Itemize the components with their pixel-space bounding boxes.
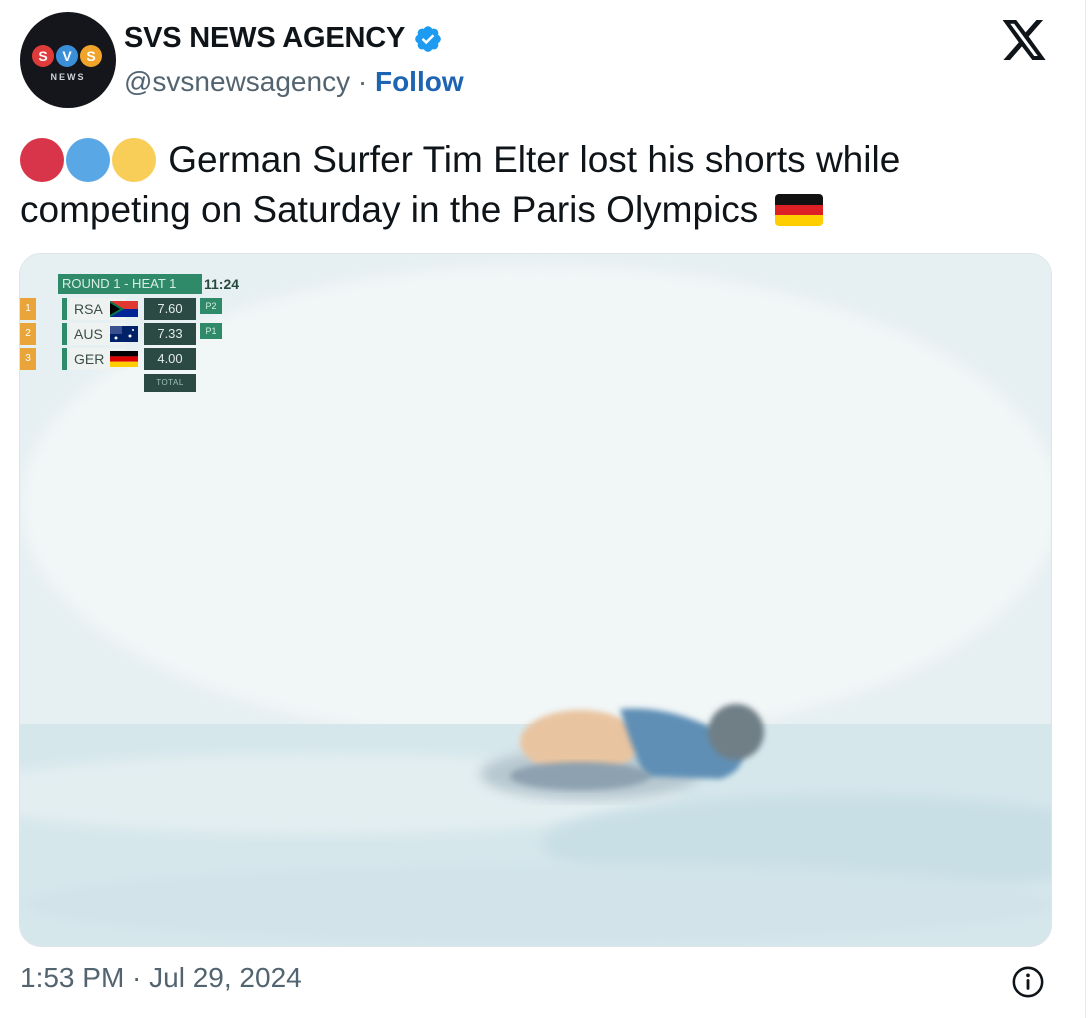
tweet-media[interactable]: ROUND 1 - HEAT 1 11:24 1 RSA 7.60 P2 2 A… <box>19 253 1052 947</box>
info-icon[interactable] <box>1011 965 1045 999</box>
red-circle-icon <box>20 138 64 182</box>
avatar-letter: S <box>80 45 102 67</box>
account-name[interactable]: SVS NEWS AGENCY <box>124 22 405 55</box>
score: 7.60 <box>144 298 196 320</box>
south-africa-flag-icon <box>110 301 138 317</box>
verified-badge-icon <box>415 25 441 52</box>
x-logo-icon[interactable] <box>1000 18 1048 62</box>
score: 4.00 <box>144 348 196 370</box>
total-label: TOTAL <box>144 374 196 392</box>
country-bar <box>62 298 67 320</box>
tweet-card: S V S NEWS SVS NEWS AGENCY @svsnewsagenc… <box>0 0 1088 1018</box>
follow-button[interactable]: Follow <box>375 66 464 97</box>
rank: 1 <box>20 298 36 320</box>
score: 7.33 <box>144 323 196 345</box>
scoreboard-clock: 11:24 <box>204 276 240 292</box>
position-badge: P1 <box>200 323 222 339</box>
separator: · <box>357 66 368 97</box>
germany-flag-icon <box>110 351 138 367</box>
account-name-row: SVS NEWS AGENCY <box>124 22 443 55</box>
rank: 2 <box>20 323 36 345</box>
country-bar <box>62 348 67 370</box>
account-handle[interactable]: @svsnewsagency <box>124 66 350 97</box>
card-border <box>1085 0 1086 1018</box>
scoreboard-header: ROUND 1 - HEAT 1 <box>58 274 202 294</box>
yellow-circle-icon <box>112 138 156 182</box>
blue-circle-icon <box>66 138 110 182</box>
position-badge: P2 <box>200 298 222 314</box>
avatar-subtitle: NEWS <box>50 72 86 82</box>
country-bar <box>62 323 67 345</box>
avatar[interactable]: S V S NEWS <box>20 12 116 108</box>
australia-flag-icon <box>110 326 138 342</box>
tweet-text-block: German Surfer Tim Elter lost his shorts … <box>20 135 1020 235</box>
avatar-letter: S <box>32 45 54 67</box>
rank: 3 <box>20 348 36 370</box>
handle-row: @svsnewsagency · Follow <box>124 66 464 98</box>
germany-flag-icon <box>774 194 823 226</box>
tweet-timestamp[interactable]: 1:53 PM · Jul 29, 2024 <box>20 962 302 994</box>
avatar-letter: V <box>56 45 78 67</box>
